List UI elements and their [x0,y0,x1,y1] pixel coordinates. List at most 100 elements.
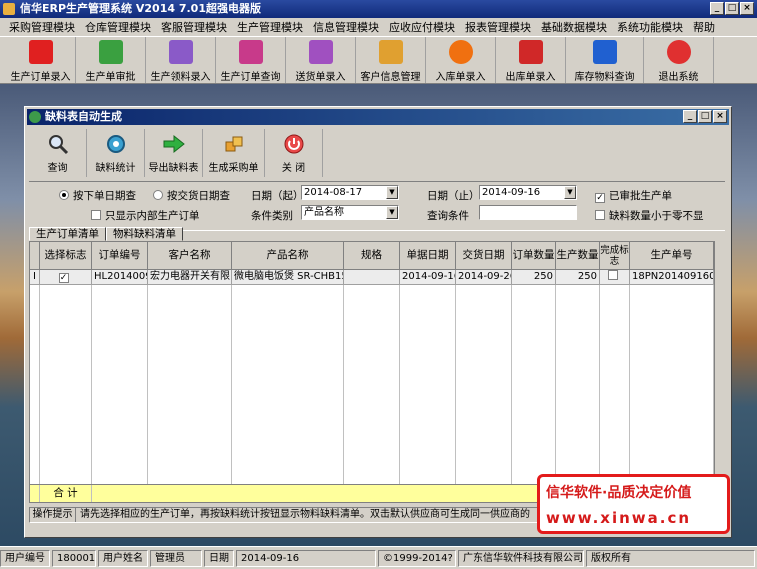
menu-warehouse[interactable]: 仓库管理模块 [80,19,156,35]
table-row[interactable]: I ✓ HL20140098 宏力电器开关有限 微电脑电饭煲 SR-CHB15 … [30,270,714,285]
cell-order-qty[interactable]: 250 [512,270,556,284]
cell-prod-qty[interactable]: 250 [556,270,600,284]
material-requisition-button[interactable]: 生产领料录入 [146,37,216,83]
query-condition-input[interactable] [479,205,577,220]
date-from-picker[interactable]: 2014-08-17 ▼ [301,185,399,200]
shortage-stats-button[interactable]: 缺料统计 [87,129,145,177]
header-indicator [30,242,40,269]
tab-material-shortage[interactable]: 物料缺料清单 [106,227,183,241]
menu-purchase[interactable]: 采购管理模块 [4,19,80,35]
internal-only-checkbox[interactable]: 只显示内部生产订单 [91,208,200,223]
child-close-button[interactable]: × [713,110,727,123]
green-arrow-icon [162,132,186,156]
header-select[interactable]: 选择标志 [40,242,92,269]
radio-delivery-date[interactable]: 按交货日期查 [153,188,230,203]
header-doc-date[interactable]: 单据日期 [400,242,456,269]
checkbox-checked-icon[interactable]: ✓ [58,273,69,283]
menu-reports[interactable]: 报表管理模块 [460,19,536,35]
menu-base-data[interactable]: 基础数据模块 [536,19,612,35]
row-indicator: I [30,270,40,284]
main-toolbar: 生产订单录入 生产单审批 生产领料录入 生产订单查询 送货单录入 客户信息管理 … [0,36,757,84]
user-name-value: 管理员 [150,549,202,567]
cell-prod-no[interactable]: 18PN20140916001 [630,270,714,284]
total-label: 合 计 [40,485,92,502]
date-label: 日期 [204,549,234,567]
user-id-value: 180001 [52,549,96,567]
production-order-query-button[interactable]: 生产订单查询 [216,37,286,83]
approved-checkbox[interactable]: ✓ 已审批生产单 [595,188,672,203]
gear-stats-icon [104,132,128,156]
header-done[interactable]: 完成标志 [600,242,630,269]
maximize-button[interactable]: □ [725,2,739,15]
feather-document-icon [168,40,193,64]
cell-delivery-date[interactable]: 2014-09-26 [456,270,512,284]
magnifier-icon [46,132,70,156]
people-icon [378,40,403,64]
header-delivery-date[interactable]: 交货日期 [456,242,512,269]
close-button[interactable]: × [740,2,754,15]
checkbox-empty-icon[interactable] [607,270,618,280]
menu-production[interactable]: 生产管理模块 [232,19,308,35]
dropdown-arrow-icon[interactable]: ▼ [386,186,398,199]
menu-help[interactable]: 帮助 [688,19,720,35]
cell-select[interactable]: ✓ [40,270,92,284]
cell-done[interactable] [600,270,630,284]
child-minimize-button[interactable]: _ [683,110,697,123]
dropdown-arrow-icon[interactable]: ▼ [386,206,398,219]
shortage-window-title: 缺料表自动生成 [45,110,122,123]
cell-order-no[interactable]: HL20140098 [92,270,148,284]
production-approval-button[interactable]: 生产单审批 [76,37,146,83]
menu-customer-service[interactable]: 客服管理模块 [156,19,232,35]
stock-out-entry-button[interactable]: 出库单录入 [496,37,566,83]
menu-bar: 采购管理模块 仓库管理模块 客服管理模块 生产管理模块 信息管理模块 应收应付模… [0,18,757,36]
header-prod-qty[interactable]: 生产数量 [556,242,600,269]
header-spec[interactable]: 规格 [344,242,400,269]
hint-text: 请先选择相应的生产订单，再按缺料统计按钮显示物料缺料清单。双击默认供应商可生成同… [80,509,530,520]
query-button[interactable]: 查询 [29,129,87,177]
date-from-label: 日期（起） [251,190,304,202]
condition-type-label: 条件类别 [251,210,293,222]
close-window-button[interactable]: 关 闭 [265,129,323,177]
customer-info-button[interactable]: 客户信息管理 [356,37,426,83]
window-icon [29,111,41,123]
date-value: 2014-09-16 [236,549,376,567]
radio-empty-icon [153,190,163,200]
radio-order-date[interactable]: 按下单日期查 [59,188,136,203]
minimize-button[interactable]: _ [710,2,724,15]
inventory-query-button[interactable]: 库存物料查询 [566,37,644,83]
stock-in-entry-button[interactable]: 入库单录入 [426,37,496,83]
generate-purchase-button[interactable]: 生成采购单 [203,129,265,177]
cell-doc-date[interactable]: 2014-09-16 [400,270,456,284]
filter-panel: 按下单日期查 按交货日期查 日期（起） 2014-08-17 ▼ 日期（止） 20… [29,181,725,231]
menu-information[interactable]: 信息管理模块 [308,19,384,35]
cell-spec[interactable] [344,270,400,284]
cell-product[interactable]: 微电脑电饭煲 SR-CHB15 [232,270,344,284]
export-shortage-button[interactable]: 导出缺料表 [145,129,203,177]
delivery-entry-button[interactable]: 送货单录入 [286,37,356,83]
date-to-picker[interactable]: 2014-09-16 ▼ [479,185,577,200]
grid-header: 选择标志 订单编号 客户名称 产品名称 规格 单据日期 交货日期 订单数量 生产… [30,242,714,270]
shortage-window-title-bar: 缺料表自动生成 _ □ × [27,109,729,125]
condition-type-select[interactable]: 产品名称 ▼ [301,205,399,220]
shortage-checkbox[interactable]: 缺料数量小于零不显 [595,208,704,223]
production-order-entry-button[interactable]: 生产订单录入 [6,37,76,83]
pen-document-icon [308,40,333,64]
checkbox-empty-icon [91,210,101,220]
dropdown-arrow-icon[interactable]: ▼ [564,186,576,199]
menu-system[interactable]: 系统功能模块 [612,19,688,35]
header-order-qty[interactable]: 订单数量 [512,242,556,269]
child-maximize-button[interactable]: □ [698,110,712,123]
watermark-slogan: 信华软件·品质决定价值 [546,485,692,501]
query-condition-label: 查询条件 [427,210,469,222]
cell-customer[interactable]: 宏力电器开关有限 [148,270,232,284]
header-customer[interactable]: 客户名称 [148,242,232,269]
header-prod-no[interactable]: 生产单号 [630,242,714,269]
header-order-no[interactable]: 订单编号 [92,242,148,269]
tab-production-orders[interactable]: 生产订单清单 [29,227,106,241]
power-icon [666,40,691,64]
quill-icon [592,40,617,64]
user-id-label: 用户编号 [0,549,50,567]
exit-system-button[interactable]: 退出系统 [644,37,714,83]
menu-receivable-payable[interactable]: 应收应付模块 [384,19,460,35]
header-product[interactable]: 产品名称 [232,242,344,269]
